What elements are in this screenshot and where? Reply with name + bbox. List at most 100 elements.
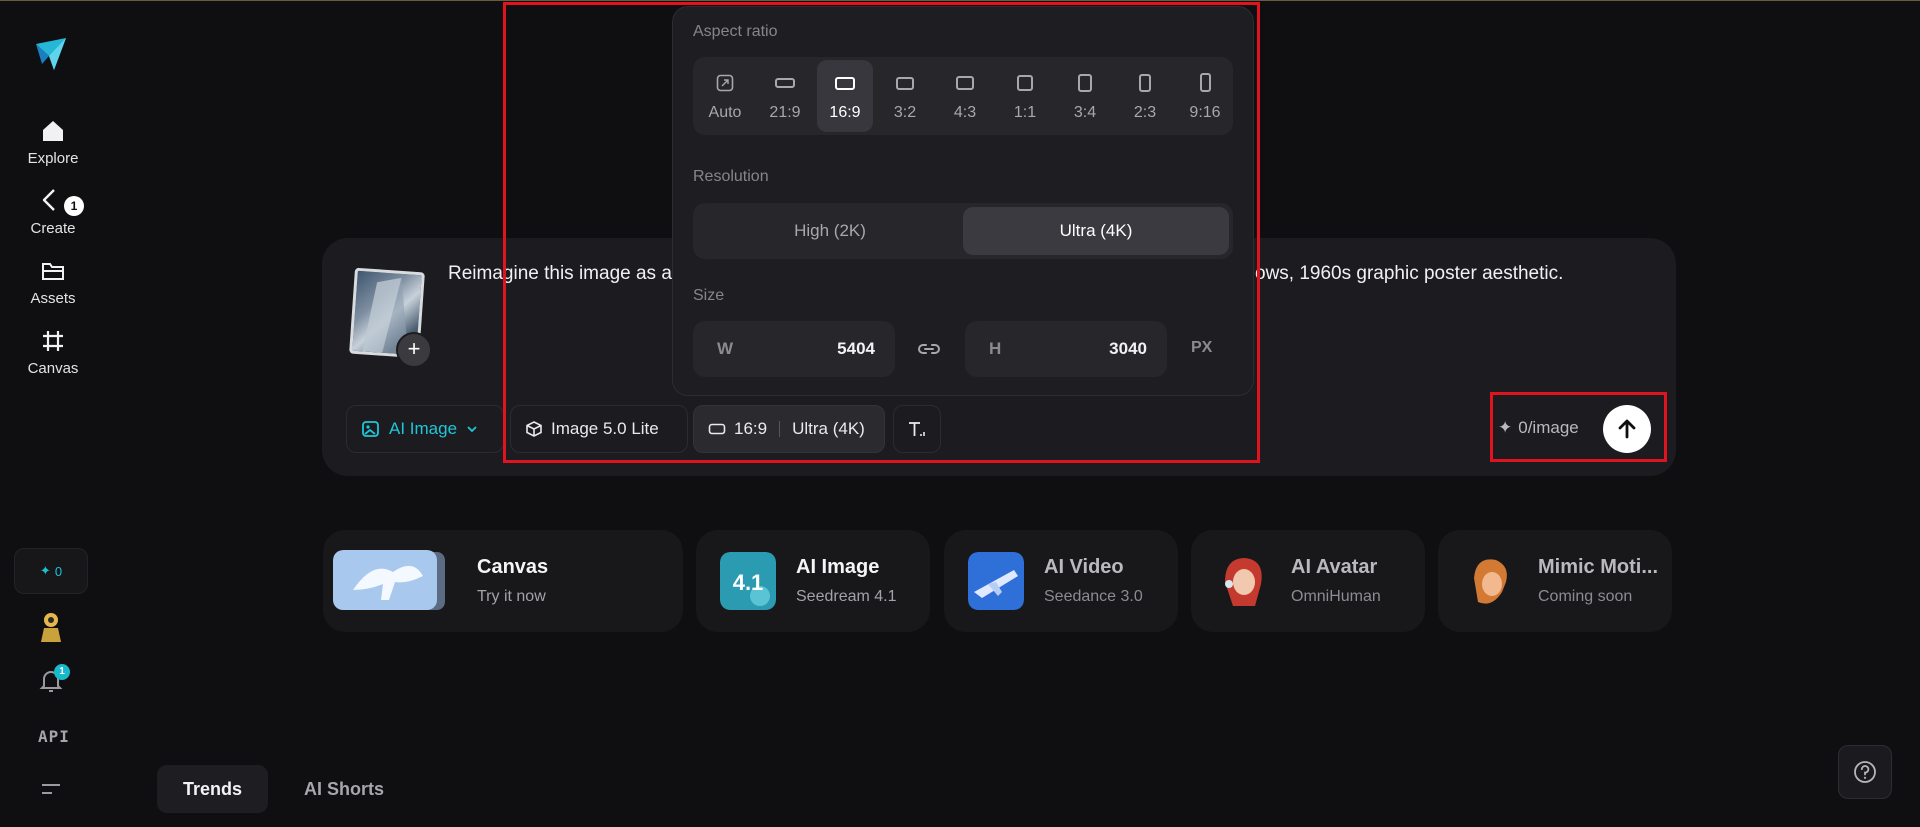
height-value: 3040 [1109, 339, 1147, 358]
feature-title: Mimic Moti... [1538, 556, 1658, 578]
aspect-ratio-title: Aspect ratio [693, 23, 778, 40]
model-select[interactable]: Image 5.0 Lite [510, 405, 688, 453]
aspect-ratio-popover: Aspect ratio Auto 21:9 16:9 3:2 4:3 1:1 [672, 6, 1254, 396]
feature-title: AI Avatar [1291, 556, 1378, 578]
cost-indicator: ✦ 0/image [1498, 418, 1579, 438]
canvas-icon [43, 331, 63, 351]
feature-card-mimic-motion[interactable]: Mimic Moti... Coming soon [1438, 530, 1672, 632]
text-icon [909, 422, 925, 436]
feature-subtitle: OmniHuman [1291, 588, 1381, 605]
folder-icon [42, 263, 64, 280]
prompt-text-right[interactable]: ows, 1960s graphic poster aesthetic. [1255, 263, 1563, 285]
ratio-option-2-3[interactable]: 2:3 [1117, 60, 1173, 132]
sidebar-item-canvas[interactable]: Canvas [14, 328, 92, 388]
text-settings-button[interactable] [893, 405, 941, 453]
mode-label: AI Image [389, 419, 458, 438]
send-button[interactable] [1603, 405, 1651, 453]
ratio-resolution-select[interactable]: 16:9 Ultra (4K) [693, 405, 885, 453]
sidebar-item-create[interactable]: 1 Create [14, 188, 92, 248]
add-image-button[interactable]: + [396, 332, 432, 368]
resolution-label: Ultra (4K) [792, 419, 865, 438]
ratio-shape-icon [1078, 74, 1092, 92]
feature-subtitle: Seedream 4.1 [796, 588, 897, 605]
ratio-option-4-3[interactable]: 4:3 [937, 60, 993, 132]
feature-subtitle: Seedance 3.0 [1044, 588, 1143, 605]
mode-select[interactable]: AI Image [346, 405, 504, 453]
svg-text:4.1: 4.1 [733, 570, 764, 595]
ratio-option-3-2[interactable]: 3:2 [877, 60, 933, 132]
feature-title: Canvas [477, 556, 549, 578]
home-icon [43, 121, 63, 141]
seedance-icon [968, 552, 1024, 610]
feature-card-canvas[interactable]: Canvas Try it now [323, 530, 683, 632]
feature-card-ai-video[interactable]: AI Video Seedance 3.0 [944, 530, 1178, 632]
resolution-title: Resolution [693, 168, 769, 185]
sidebar-item-label: Assets [30, 290, 76, 307]
width-field[interactable]: W 5404 [693, 321, 895, 377]
resolution-option-ultra[interactable]: Ultra (4K) [963, 207, 1229, 255]
ratio-option-9-16[interactable]: 9:16 [1177, 60, 1233, 132]
auto-ratio-icon [716, 74, 734, 92]
create-icon [42, 189, 55, 211]
ratio-shape-icon [835, 77, 855, 90]
ratio-option-16-9[interactable]: 16:9 [817, 60, 873, 132]
avatar-character-icon [1215, 552, 1271, 610]
sidebar: Explore 1 Create Assets Canvas ✦ 0 1 API [0, 0, 104, 827]
ratio-option-auto[interactable]: Auto [697, 60, 753, 132]
feature-card-ai-avatar[interactable]: AI Avatar OmniHuman [1191, 530, 1425, 632]
ratio-option-3-4[interactable]: 3:4 [1057, 60, 1113, 132]
mimic-character-icon [1462, 552, 1518, 610]
top-border [0, 0, 1920, 1]
ratio-shape-icon [1199, 73, 1211, 92]
ratio-option-1-1[interactable]: 1:1 [997, 60, 1053, 132]
feature-subtitle: Coming soon [1538, 588, 1633, 605]
arrow-up-icon [1618, 419, 1636, 439]
ratio-options: Auto 21:9 16:9 3:2 4:3 1:1 3:4 2:3 9:16 [693, 57, 1233, 135]
image-mode-icon [362, 421, 379, 437]
resolution-option-high[interactable]: High (2K) [697, 207, 963, 255]
menu-icon[interactable] [40, 780, 62, 798]
size-title: Size [693, 287, 725, 304]
user-avatar[interactable] [36, 610, 66, 644]
chevron-down-icon [467, 426, 477, 433]
ratio-option-21-9[interactable]: 21:9 [757, 60, 813, 132]
ratio-icon [708, 423, 726, 435]
sidebar-item-label: Create [30, 220, 76, 237]
sidebar-item-assets[interactable]: Assets [14, 258, 92, 318]
cost-label: 0/image [1518, 418, 1579, 437]
feature-title: AI Video [1044, 556, 1124, 578]
ratio-shape-icon [956, 76, 974, 90]
ratio-shape-icon [1139, 74, 1151, 92]
ratio-label: 16:9 [734, 419, 768, 438]
notification-badge: 1 [54, 664, 70, 680]
height-label: H [989, 339, 1002, 358]
link-icon[interactable] [915, 337, 943, 361]
app-logo-icon[interactable] [34, 36, 68, 72]
seedream-icon: 4.1 [720, 552, 776, 610]
sidebar-item-label: Explore [27, 150, 79, 167]
create-badge: 1 [64, 196, 84, 216]
tab-ai-shorts[interactable]: AI Shorts [278, 765, 410, 813]
help-icon [1854, 761, 1876, 783]
resolution-options: High (2K) Ultra (4K) [693, 203, 1233, 259]
prompt-text-left[interactable]: Reimagine this image as a [448, 263, 672, 285]
sparkle-icon: ✦ [1498, 418, 1513, 437]
sidebar-item-label: Canvas [27, 360, 79, 377]
sparkle-icon: ✦ [39, 563, 51, 578]
ratio-shape-icon [1017, 75, 1033, 91]
ratio-shape-icon [896, 77, 914, 90]
model-label: Image 5.0 Lite [551, 419, 659, 438]
width-label: W [717, 339, 734, 358]
sidebar-item-explore[interactable]: Explore [14, 118, 92, 178]
feature-subtitle: Try it now [477, 588, 546, 605]
feature-title: AI Image [796, 556, 880, 578]
chip-divider [779, 421, 781, 437]
tab-trends[interactable]: Trends [157, 765, 269, 813]
width-value: 5404 [837, 339, 875, 358]
feature-card-ai-image[interactable]: 4.1 AI Image Seedream 4.1 [696, 530, 930, 632]
ratio-shape-icon [775, 78, 795, 88]
credits-pill[interactable]: ✦ 0 [14, 548, 88, 594]
help-button[interactable] [1838, 745, 1892, 799]
api-link[interactable]: API [38, 727, 70, 746]
height-field[interactable]: H 3040 [965, 321, 1167, 377]
